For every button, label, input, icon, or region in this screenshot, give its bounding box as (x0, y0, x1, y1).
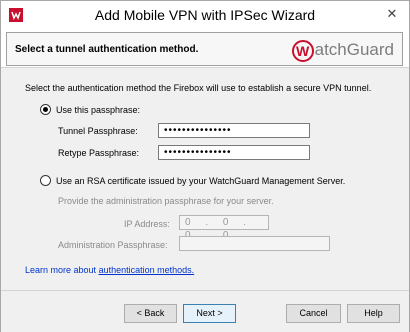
close-icon[interactable]: ✕ (382, 5, 402, 23)
window-title: Add Mobile VPN with IPSec Wizard (94, 7, 316, 23)
back-button[interactable]: < Back (124, 304, 177, 323)
header-panel: Select a tunnel authentication method. W… (6, 32, 403, 66)
ip-address-label: IP Address: (124, 219, 170, 229)
learn-more: Learn more about authentication methods. (25, 265, 194, 275)
wizard-window: Add Mobile VPN with IPSec Wizard ✕ Selec… (0, 0, 410, 332)
passphrase-radio[interactable] (40, 104, 51, 115)
rsa-certificate-radio-label[interactable]: Use an RSA certificate issued by your Wa… (56, 176, 345, 186)
rsa-certificate-radio[interactable] (40, 175, 51, 186)
retype-passphrase-field[interactable]: ••••••••••••••• (158, 145, 310, 160)
admin-passphrase-field (179, 236, 330, 251)
logo-w-mark: W (291, 39, 314, 62)
title-bar[interactable]: Add Mobile VPN with IPSec Wizard ✕ (1, 1, 409, 28)
rsa-hint: Provide the administration passphrase fo… (58, 196, 274, 206)
next-button[interactable]: Next > (183, 304, 236, 323)
admin-passphrase-label: Administration Passphrase: (58, 240, 168, 250)
retype-passphrase-label: Retype Passphrase: (58, 148, 140, 158)
wizard-footer: < Back Next > Cancel Help (1, 290, 409, 332)
authentication-methods-link[interactable]: authentication methods. (99, 265, 195, 275)
tunnel-passphrase-label: Tunnel Passphrase: (58, 126, 138, 136)
watchguard-logo: WatchGuard (291, 37, 394, 63)
ip-address-field: 0 . 0 . 0 . 0 (179, 215, 269, 241)
learn-more-prefix: Learn more about (25, 265, 97, 275)
wizard-header: Select a tunnel authentication method. W… (1, 28, 409, 68)
logo-text: atchGuard (314, 40, 394, 59)
cancel-button[interactable]: Cancel (286, 304, 341, 323)
step-title: Select a tunnel authentication method. (15, 44, 199, 55)
tunnel-passphrase-field[interactable]: ••••••••••••••• (158, 123, 310, 138)
step-description: Select the authentication method the Fir… (25, 83, 372, 93)
passphrase-radio-label[interactable]: Use this passphrase: (56, 105, 140, 115)
wizard-content: Select the authentication method the Fir… (1, 69, 409, 289)
help-button[interactable]: Help (347, 304, 400, 323)
